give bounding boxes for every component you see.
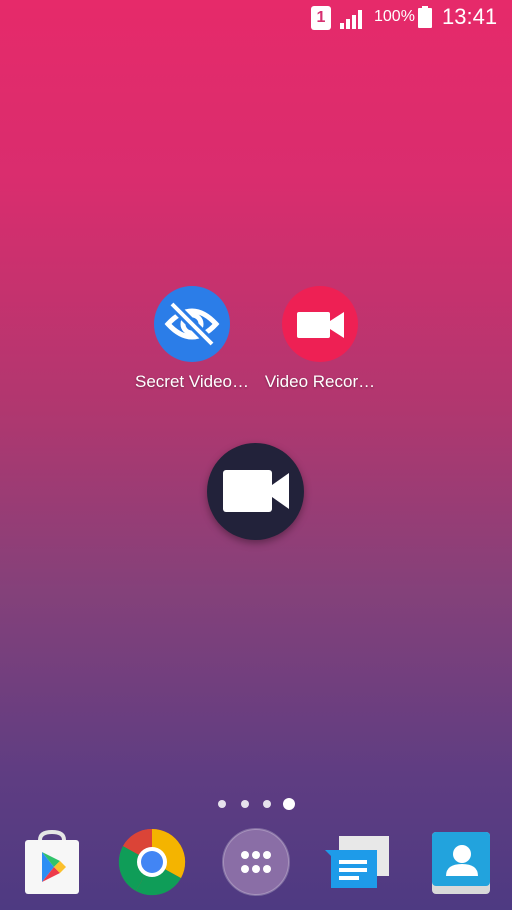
eye-off-icon bbox=[164, 302, 220, 348]
play-store-icon bbox=[25, 829, 79, 894]
app-label: Secret Video… bbox=[134, 372, 250, 391]
clock: 13:41 bbox=[442, 4, 498, 29]
app-secret-video[interactable]: Secret Video… bbox=[130, 286, 254, 392]
app-drawer-icon bbox=[222, 828, 290, 896]
dock-play-store[interactable] bbox=[18, 828, 86, 896]
page-dot[interactable] bbox=[218, 800, 226, 808]
page-dot-active[interactable] bbox=[283, 798, 295, 810]
video-recorder-app-icon[interactable] bbox=[282, 286, 358, 362]
sim-icon: 1 bbox=[311, 6, 331, 30]
page-dot[interactable] bbox=[241, 800, 249, 808]
secret-video-app-icon[interactable] bbox=[154, 286, 230, 362]
page-indicator[interactable] bbox=[0, 796, 512, 812]
dock-contacts[interactable] bbox=[428, 828, 496, 896]
app-video-recorder[interactable]: Video Recor… bbox=[258, 286, 382, 392]
battery-icon bbox=[418, 6, 432, 28]
dock bbox=[0, 822, 512, 902]
app-label: Video Recor… bbox=[264, 372, 376, 391]
dock-messages[interactable] bbox=[325, 828, 393, 896]
page-dot[interactable] bbox=[263, 800, 271, 808]
video-camera-icon bbox=[223, 470, 289, 512]
dock-app-drawer[interactable] bbox=[222, 828, 290, 896]
status-bar: 1 100% 13:41 bbox=[0, 0, 512, 36]
video-camera-icon bbox=[297, 312, 344, 338]
messages-icon bbox=[325, 836, 389, 888]
floating-record-button[interactable] bbox=[207, 443, 304, 540]
signal-icon bbox=[340, 10, 362, 29]
dock-chrome[interactable] bbox=[118, 828, 186, 896]
chrome-icon bbox=[118, 828, 186, 896]
sim-slot-number: 1 bbox=[316, 9, 326, 26]
contacts-icon bbox=[432, 832, 490, 894]
battery-percent: 100% bbox=[374, 8, 415, 25]
